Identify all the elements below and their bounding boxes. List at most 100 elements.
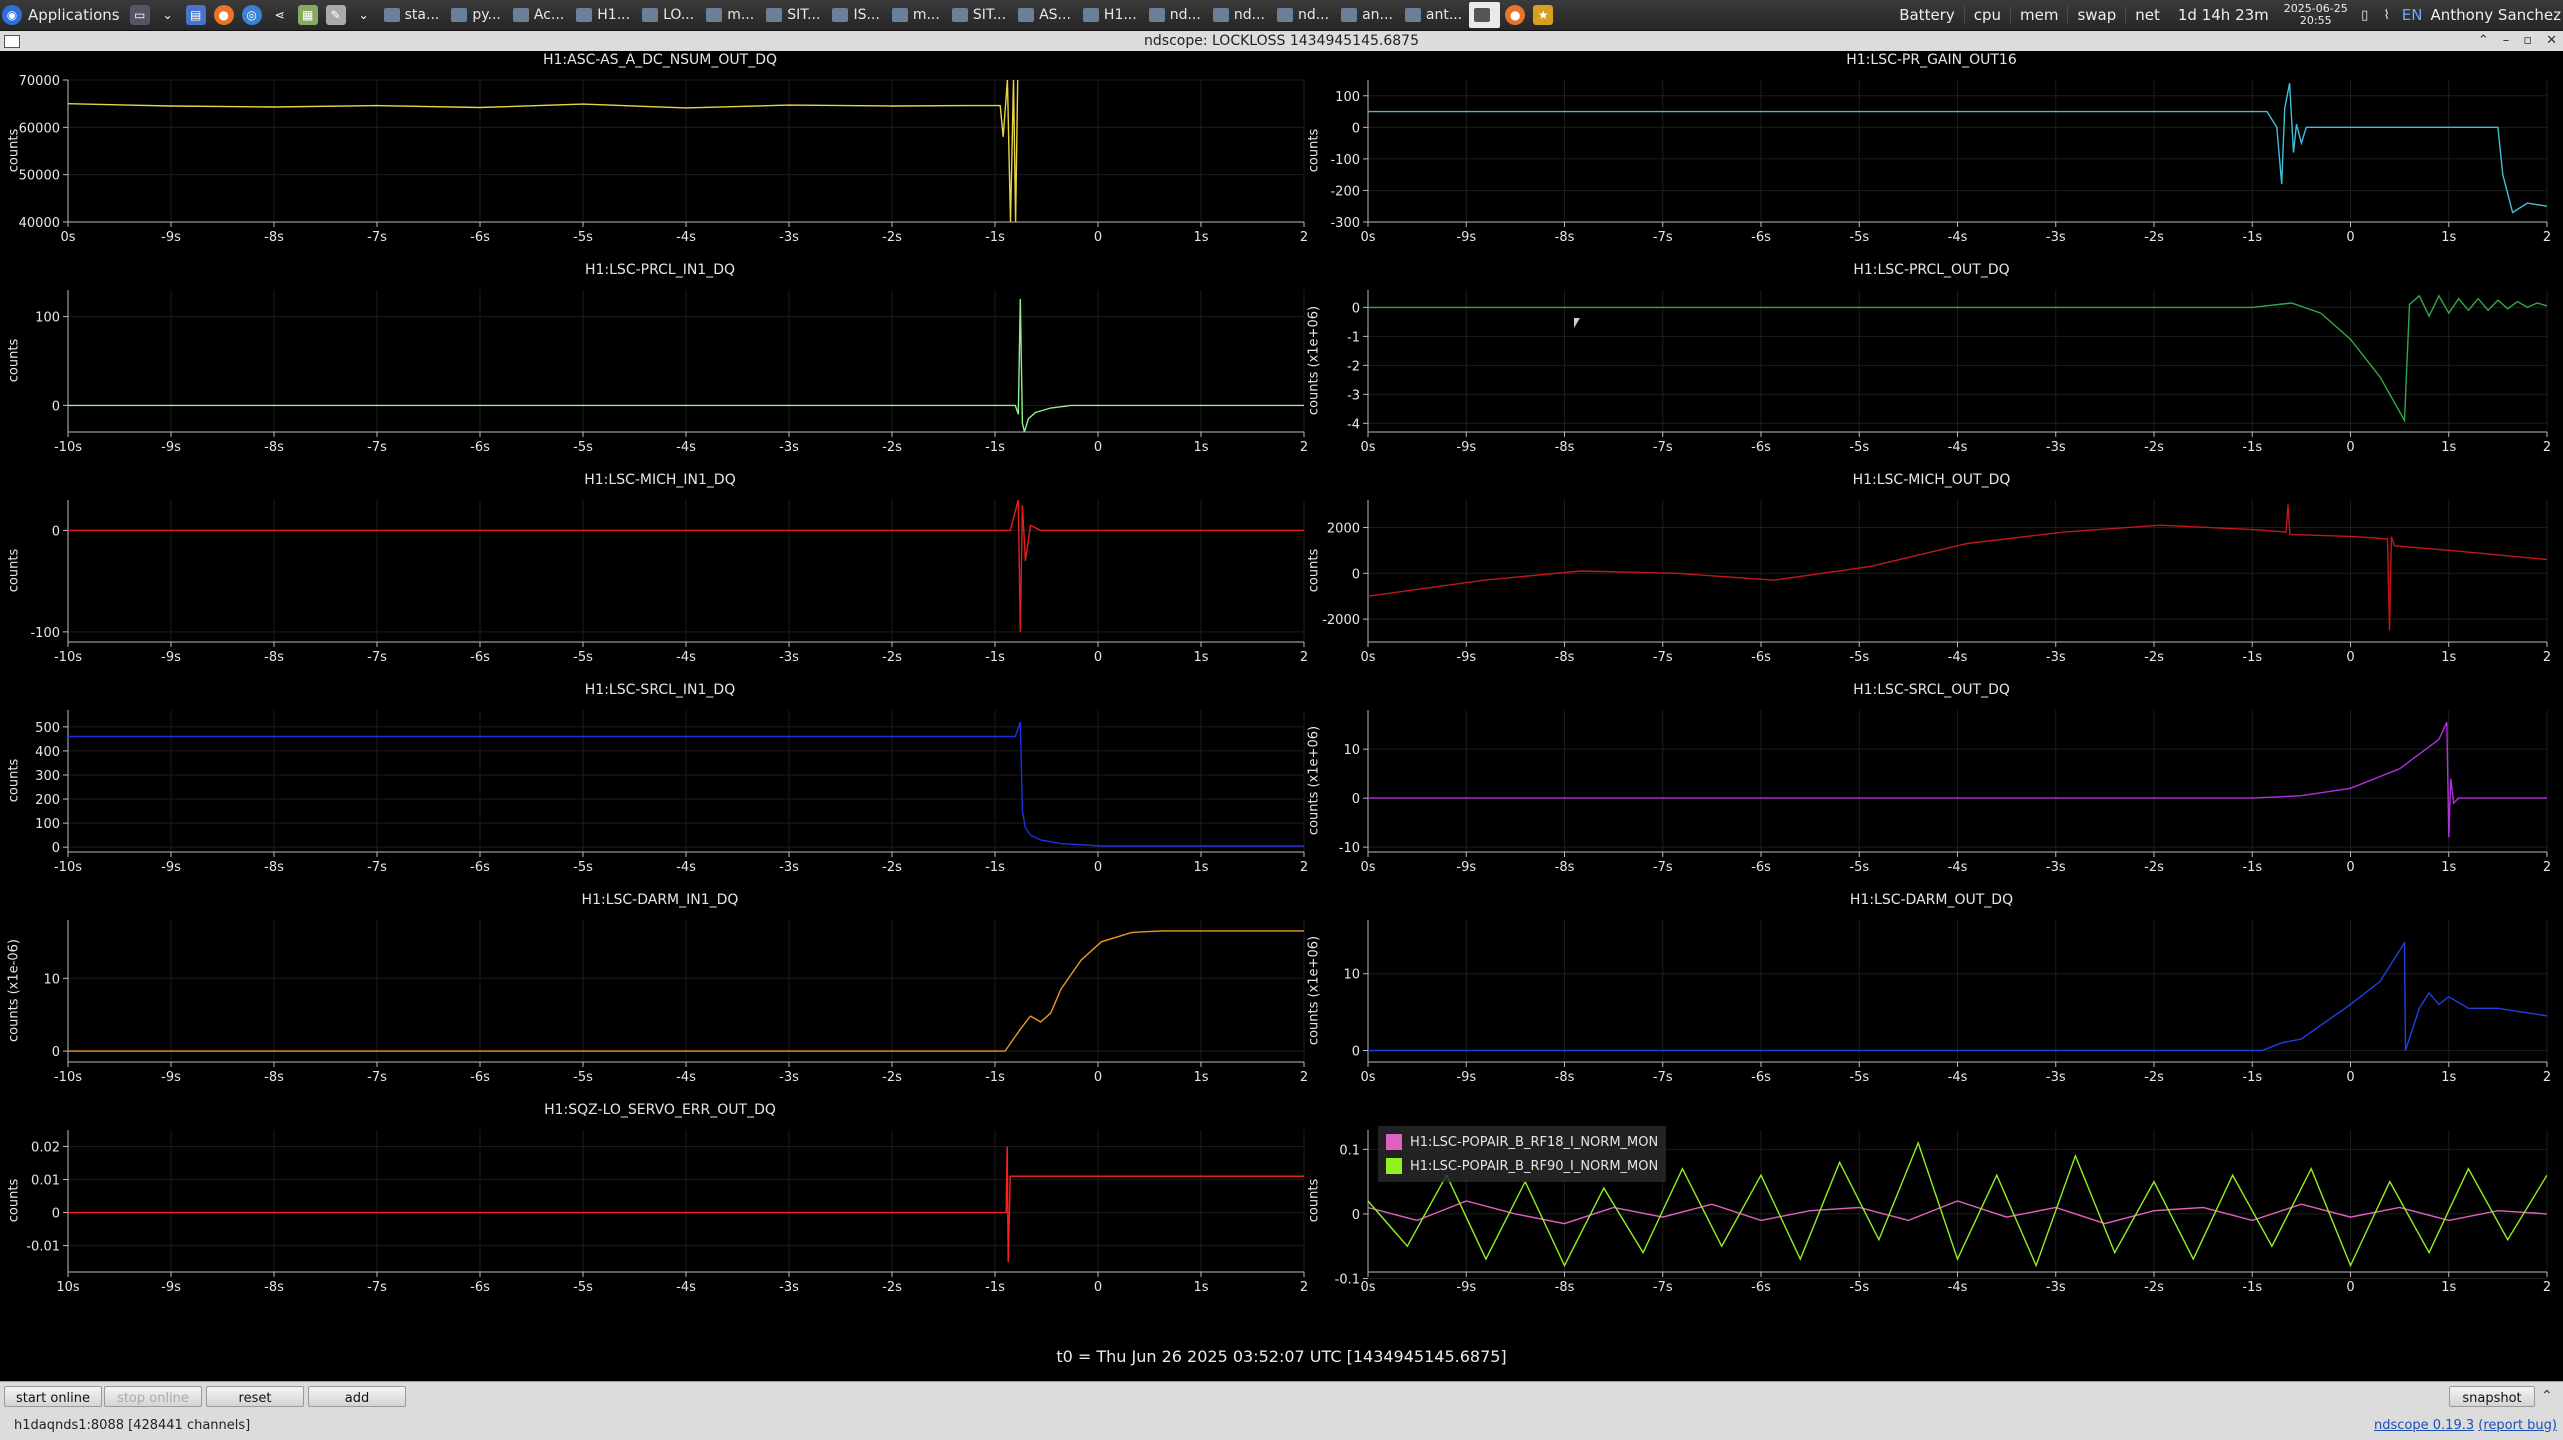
taskbar-task-label: sta... bbox=[404, 7, 440, 23]
x-tick-label: -8s bbox=[264, 1280, 284, 1295]
plot-panel[interactable]: 0s -9s -8s -7s -6s -5s -4s -3s -2s -1s 0 1s 2 -0.1 0 0.… bbox=[1300, 1102, 2563, 1312]
x-tick-label: -2s bbox=[882, 1070, 902, 1085]
firefox-tray-icon[interactable]: ● bbox=[1505, 5, 1526, 25]
taskbar-task-label: nd... bbox=[1297, 7, 1330, 23]
applications-menu[interactable]: ◉ Applications bbox=[0, 0, 126, 30]
cpu-monitor[interactable]: cpu bbox=[1963, 6, 2010, 24]
keyboard-layout[interactable]: EN bbox=[2398, 6, 2427, 24]
start-online-button[interactable]: start online bbox=[4, 1386, 102, 1407]
mem-monitor[interactable]: mem bbox=[2010, 6, 2067, 24]
plot-panel[interactable]: H1:LSC-MICH_OUT_DQ 0s -9s -8s -7s -6s -5s -4s -3… bbox=[1300, 472, 2563, 682]
snapshot-button[interactable]: snapshot bbox=[2449, 1386, 2535, 1407]
taskbar-task[interactable]: LO... bbox=[637, 2, 699, 28]
version-link[interactable]: ndscope 0.19.3 bbox=[2374, 1418, 2474, 1433]
shade-icon[interactable]: ⌃ bbox=[2478, 31, 2489, 51]
taskbar-task[interactable]: py... bbox=[446, 2, 506, 28]
x-tick-label: 0 bbox=[2346, 1070, 2354, 1085]
taskbar-task-label: m... bbox=[727, 7, 755, 23]
user-menu[interactable]: Anthony Sanchez bbox=[2426, 6, 2563, 24]
taskbar-task[interactable]: nd... bbox=[1272, 2, 1334, 28]
x-tick-label: 0 bbox=[1094, 230, 1102, 245]
taskbar-task[interactable]: AS... bbox=[1013, 2, 1076, 28]
x-tick-label: -6s bbox=[1751, 1070, 1771, 1085]
terminal-launcher-icon[interactable]: ▭ bbox=[129, 5, 150, 25]
x-tick-label: -5s bbox=[573, 1280, 593, 1295]
plot-panel[interactable]: H1:LSC-SRCL_IN1_DQ -10s -9s -8s -7s -6s -5s -4s… bbox=[0, 682, 1320, 892]
x-tick-label: -6s bbox=[470, 860, 490, 875]
legend-entry[interactable]: H1:LSC-POPAIR_B_RF90_I_NORM_MON bbox=[1386, 1154, 1658, 1178]
clock[interactable]: 2025-06-25 20:55 bbox=[2278, 3, 2354, 27]
chevron-down-icon[interactable]: ⌄ bbox=[158, 5, 178, 25]
firefox-launcher-icon[interactable]: ● bbox=[213, 5, 234, 25]
maximize-icon[interactable]: ▫ bbox=[2523, 31, 2532, 51]
plot-panel[interactable]: H1:LSC-PRCL_OUT_DQ 0s -9s -8s -7s -6s -5s -4s -3… bbox=[1300, 262, 2563, 472]
plot-panel[interactable]: H1:LSC-DARM_OUT_DQ 0s -9s -8s -7s -6s -5s -4s -3… bbox=[1300, 892, 2563, 1102]
x-tick-label: -6s bbox=[470, 230, 490, 245]
battery-icon[interactable]: ▯ bbox=[2357, 7, 2373, 23]
taskbar-task[interactable]: H1... bbox=[1078, 2, 1142, 28]
legend-entry[interactable]: H1:LSC-POPAIR_B_RF18_I_NORM_MON bbox=[1386, 1130, 1658, 1154]
plot-panel[interactable]: H1:LSC-DARM_IN1_DQ -10s -9s -8s -7s -6s -5s -4s… bbox=[0, 892, 1320, 1102]
plot-panel[interactable]: H1:LSC-PR_GAIN_OUT16 0s -9s -8s -7s -6s -5s -4s… bbox=[1300, 52, 2563, 262]
taskbar-task[interactable]: SIT... bbox=[761, 2, 825, 28]
x-tick-label: -6s bbox=[1751, 1280, 1771, 1295]
apps-launcher-icon[interactable]: ▦ bbox=[297, 5, 318, 25]
taskbar-task[interactable]: m... bbox=[887, 2, 945, 28]
taskbar-task[interactable]: ant... bbox=[1400, 2, 1467, 28]
taskbar-task[interactable]: nd... bbox=[1144, 2, 1206, 28]
plot-panel[interactable]: H1:LSC-SRCL_OUT_DQ 0s -9s -8s -7s -6s -5s -4s -3… bbox=[1300, 682, 2563, 892]
x-tick-label: 1s bbox=[1193, 860, 1208, 875]
swap-monitor[interactable]: swap bbox=[2067, 6, 2125, 24]
report-bug-link[interactable]: (report bug) bbox=[2478, 1418, 2557, 1433]
task-ndscope-active[interactable] bbox=[1469, 2, 1501, 28]
taskbar-task-label: H1... bbox=[597, 7, 631, 23]
net-monitor[interactable]: net bbox=[2125, 6, 2169, 24]
network-icon[interactable]: ⌇ bbox=[2379, 7, 2395, 23]
plot-legend[interactable]: H1:LSC-POPAIR_B_RF18_I_NORM_MON H1:LSC-PO… bbox=[1378, 1126, 1667, 1182]
x-tick-label: 0s bbox=[1360, 860, 1375, 875]
x-tick-label: -8s bbox=[264, 1070, 284, 1085]
y-axis-label: counts bbox=[1306, 128, 1322, 173]
x-tick-label: 0 bbox=[1094, 1280, 1102, 1295]
applications-label: Applications bbox=[28, 6, 120, 24]
x-tick-label: -6s bbox=[1751, 650, 1771, 665]
taskbar-task[interactable]: SIT... bbox=[947, 2, 1011, 28]
plot-canvas: 0s -9s -8s -7s -6s -5s -4s -3s -2s -1s 0 1s 2 -4 -3 -2 -… bbox=[1347, 290, 2551, 455]
x-tick-label: -9s bbox=[1456, 1070, 1476, 1085]
y-tick-label: 0 bbox=[1352, 792, 1360, 807]
plot-panel[interactable]: H1:LSC-MICH_IN1_DQ -10s -9s -8s -7s -6s -5s -4s… bbox=[0, 472, 1320, 682]
x-tick-label: -9s bbox=[1456, 860, 1476, 875]
taskbar-task[interactable]: nd... bbox=[1208, 2, 1270, 28]
y-tick-label: -100 bbox=[1330, 153, 1360, 168]
close-icon[interactable]: ✕ bbox=[2546, 31, 2557, 51]
plot-panel[interactable]: H1:LSC-PRCL_IN1_DQ -10s -9s -8s -7s -6s -5s -4s… bbox=[0, 262, 1320, 472]
minimize-icon[interactable]: – bbox=[2503, 31, 2510, 51]
taskbar-task[interactable]: an... bbox=[1336, 2, 1398, 28]
editor-launcher-icon[interactable]: ✎ bbox=[325, 5, 346, 25]
x-tick-label: -2s bbox=[2144, 230, 2164, 245]
x-tick-label: 2 bbox=[2543, 860, 2551, 875]
taskbar-task[interactable]: sta... bbox=[379, 2, 445, 28]
share-launcher-icon[interactable]: ⋖ bbox=[270, 5, 290, 25]
notes-tray-icon[interactable]: ★ bbox=[1533, 5, 1554, 25]
battery-indicator[interactable]: Battery bbox=[1890, 6, 1964, 24]
window-icon bbox=[706, 8, 723, 22]
collapse-icon[interactable]: ⌃ bbox=[2541, 1388, 2553, 1404]
files-launcher-icon[interactable]: ▤ bbox=[185, 5, 206, 25]
launcher-more-icon[interactable]: ⌄ bbox=[354, 5, 374, 25]
taskbar-task[interactable]: m... bbox=[701, 2, 759, 28]
chrome-launcher-icon[interactable]: ◎ bbox=[241, 5, 262, 25]
reset-button[interactable]: reset bbox=[206, 1386, 304, 1407]
add-channels-button[interactable]: add channels bbox=[308, 1386, 406, 1427]
y-tick-label: -2000 bbox=[1322, 613, 1360, 628]
taskbar-task[interactable]: IS... bbox=[827, 2, 884, 28]
x-tick-label: -4s bbox=[1948, 650, 1968, 665]
window-icon bbox=[951, 8, 968, 22]
taskbar-task[interactable]: H1... bbox=[571, 2, 635, 28]
window-menu-icon[interactable] bbox=[4, 35, 20, 48]
plot-panel[interactable]: H1:SQZ-LO_SERVO_ERR_OUT_DQ 10s -9s -8s -7s -6… bbox=[0, 1102, 1320, 1312]
taskbar-task[interactable]: Ac... bbox=[508, 2, 569, 28]
y-tick-label: 60000 bbox=[19, 121, 60, 136]
plot-panel[interactable]: H1:ASC-AS_A_DC_NSUM_OUT_DQ 0s -9s -8s -7s -6s… bbox=[0, 52, 1320, 262]
taskbar-task-label: SIT... bbox=[787, 7, 821, 23]
